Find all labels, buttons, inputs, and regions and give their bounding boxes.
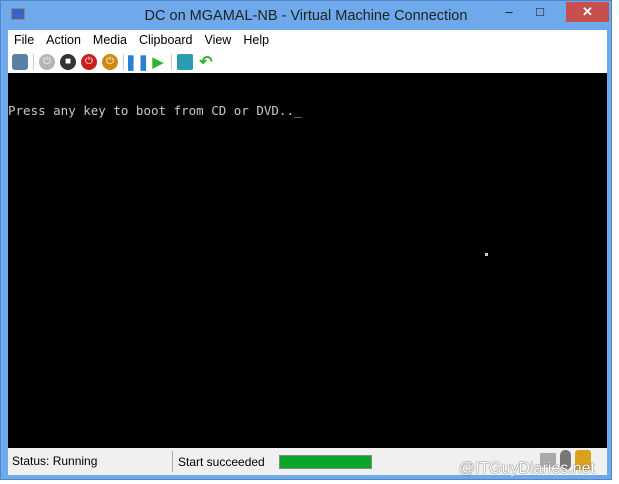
ctrl-alt-del-icon[interactable] [12,53,28,70]
save-icon[interactable]: ⏻ [102,53,118,70]
turn-off-icon[interactable]: ■ [60,53,76,70]
minimize-button[interactable]: – [496,2,522,22]
menu-view[interactable]: View [198,33,237,47]
status-bar: Status: Running Start succeeded @ITGuyDi… [8,448,607,477]
status-state: Status: Running [8,451,173,472]
revert-icon[interactable]: ↶ [198,54,214,71]
snapshot-icon[interactable] [177,53,193,70]
menu-help[interactable]: Help [237,33,275,47]
menu-action[interactable]: Action [40,33,87,47]
progress-bar [279,454,372,469]
resume-icon[interactable]: ▶ [150,54,166,71]
status-message: Start succeeded [178,454,265,469]
maximize-button[interactable]: □ [525,2,555,22]
progress-fill [280,455,371,468]
shutdown-icon[interactable]: ⏻ [81,53,97,70]
console-text: Press any key to boot from CD or DVD.._ [8,103,302,118]
vm-window: DC on MGAMAL-NB - Virtual Machine Connec… [0,0,612,480]
pause-icon[interactable]: ❚❚ [124,54,149,71]
toolbar-separator [33,53,34,70]
mouse-cursor-dot [485,253,488,256]
watermark: @ITGuyDiaries.net [458,460,595,477]
menu-clipboard[interactable]: Clipboard [133,33,199,47]
close-button[interactable]: ✕ [566,2,609,22]
start-icon[interactable]: ⏻ [39,53,55,70]
menu-media[interactable]: Media [87,33,133,47]
toolbar: ⏻ ■ ⏻ ⏻ ❚❚ ▶ ↶ [8,50,607,73]
vm-console-screen[interactable]: Press any key to boot from CD or DVD.._ [8,73,607,448]
toolbar-separator [171,53,172,70]
menu-bar: File Action Media Clipboard View Help [8,30,607,50]
menu-file[interactable]: File [8,33,40,47]
